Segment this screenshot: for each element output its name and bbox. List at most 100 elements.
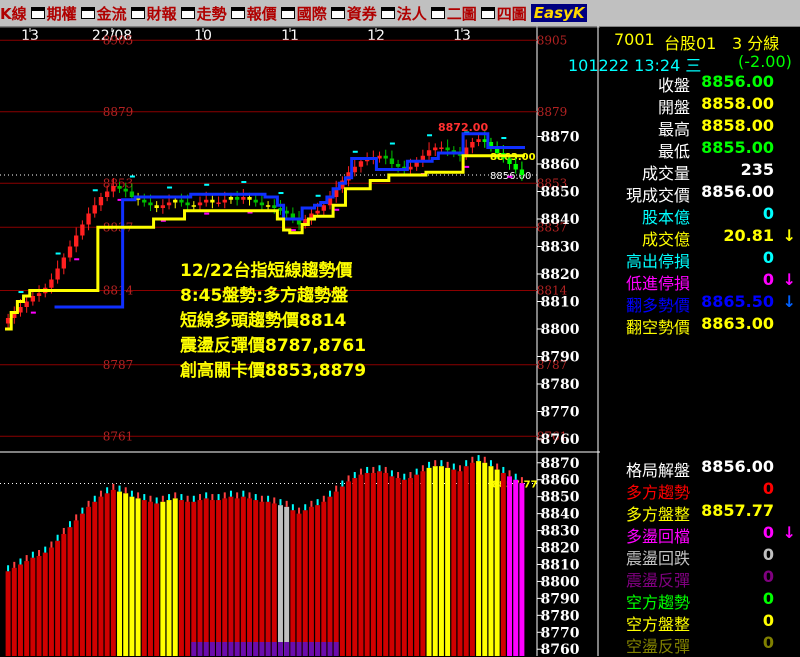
sub-candle-tick xyxy=(496,463,499,470)
menu-item-8[interactable]: 法人 xyxy=(380,2,429,24)
sub-candle-tick xyxy=(192,495,195,502)
quotes-row: 翻多勢價 8865.50 ↓ xyxy=(600,292,800,315)
quotes-label: 現成交價 xyxy=(625,186,690,205)
sub-candle-tick xyxy=(99,490,102,497)
menu-item-label: 金流 xyxy=(96,2,127,24)
y-tick-label: 8810 xyxy=(541,295,580,311)
sub-candle-tick xyxy=(44,546,47,553)
menu-item-label: 財報 xyxy=(146,2,177,24)
sub-bar xyxy=(315,505,321,656)
sub-candle-tick xyxy=(502,466,505,473)
quotes-value: 0 xyxy=(762,204,774,223)
menu-item-label: 走勢 xyxy=(196,2,227,24)
sub-candle-tick xyxy=(471,456,474,463)
sub-candle-tick xyxy=(409,472,412,479)
sub-candle-tick xyxy=(415,468,418,475)
indicators-row: 空方趨勢 0 xyxy=(600,589,800,612)
menu-item-0[interactable]: K線 xyxy=(0,2,29,24)
window-icon xyxy=(380,7,395,19)
sub-bar xyxy=(463,466,469,656)
sub-candle-tick xyxy=(186,495,189,502)
candle-body xyxy=(166,202,172,206)
cyan-marker xyxy=(501,137,507,140)
sub-candle-tick xyxy=(180,494,183,501)
sub-candle-tick xyxy=(384,466,387,473)
quotes-label: 成交量 xyxy=(641,164,690,183)
menu-item-label: EasyK xyxy=(530,4,588,22)
level-line-label: 8814 xyxy=(103,284,134,298)
menu-item-4[interactable]: 走勢 xyxy=(180,2,229,24)
candle-body xyxy=(247,197,252,200)
menu-item-11[interactable]: EasyK xyxy=(530,2,590,24)
sub-candle-tick xyxy=(514,473,517,480)
sub-bar xyxy=(389,476,395,656)
sub-candle-tick xyxy=(508,470,511,477)
sub-base-bar xyxy=(203,642,209,656)
sub-y-tick-label: 8800 xyxy=(541,574,580,590)
candle-body xyxy=(148,202,153,206)
magenta-marker xyxy=(464,165,470,168)
cyan-marker xyxy=(315,194,321,197)
down-arrow-icon: ↓ xyxy=(782,270,796,289)
menu-item-5[interactable]: 報價 xyxy=(230,2,279,24)
sub-candle-tick xyxy=(254,494,257,501)
sub-bar xyxy=(519,483,525,656)
magenta-marker xyxy=(74,258,80,261)
indicators-label: 多方盤整 xyxy=(625,505,690,524)
menu-item-2[interactable]: 金流 xyxy=(80,2,129,24)
sub-candle-tick xyxy=(329,490,331,497)
menu-item-1[interactable]: 期權 xyxy=(30,2,79,24)
quotes-row: 翻空勢價 8863.00 xyxy=(600,314,800,337)
sub-bar xyxy=(135,498,141,656)
candle-body xyxy=(377,155,382,159)
quotes-label: 最低 xyxy=(657,142,690,161)
candle-body xyxy=(123,188,128,192)
sub-bar xyxy=(178,500,184,656)
indicators-label: 空方盤整 xyxy=(625,615,690,634)
candle-body xyxy=(49,279,54,288)
cyan-marker xyxy=(129,175,135,178)
sub-candle-tick xyxy=(137,492,140,499)
menu-item-label: 期權 xyxy=(46,2,77,24)
candle-body xyxy=(383,155,388,159)
menu-item-10[interactable]: 四圖 xyxy=(480,2,529,24)
menu-item-7[interactable]: 資券 xyxy=(330,2,379,24)
sub-candle-tick xyxy=(260,495,263,502)
candle-body xyxy=(513,164,518,170)
candle-body xyxy=(111,186,116,192)
indicators-row: 震盪回跌 0 xyxy=(600,545,800,568)
sub-candle-tick xyxy=(316,499,319,506)
y-tick-label: 8790 xyxy=(541,350,580,366)
sub-base-bar xyxy=(271,642,277,656)
sub-base-bar xyxy=(240,642,246,656)
menu-item-label: 四圖 xyxy=(496,2,527,24)
sub-bar xyxy=(259,501,265,656)
menu-item-3[interactable]: 財報 xyxy=(130,2,179,24)
sub-candle-tick xyxy=(459,465,461,472)
sub-candle-tick xyxy=(223,492,226,499)
candle-body xyxy=(74,235,79,247)
candle-body xyxy=(67,246,73,258)
sub-base-bar xyxy=(321,642,327,656)
sub-bar xyxy=(271,503,277,656)
sub-candle-tick xyxy=(310,500,313,507)
cyan-marker xyxy=(55,252,61,255)
candle-body xyxy=(18,307,23,313)
sub-candle-tick xyxy=(25,555,28,562)
y-tick-label: 8870 xyxy=(541,130,580,146)
period-label[interactable]: 3 分線 xyxy=(732,30,779,54)
window-icon xyxy=(430,7,445,19)
candle-body xyxy=(476,139,481,142)
y-tick-label: 8860 xyxy=(541,157,580,173)
magenta-marker xyxy=(204,212,210,215)
indicators-value: 0 xyxy=(762,523,774,542)
indicators-label: 多方趨勢 xyxy=(625,483,690,502)
candle-body xyxy=(507,158,512,164)
menu-item-9[interactable]: 二圖 xyxy=(430,2,479,24)
sub-bar xyxy=(308,506,314,656)
sub-bar xyxy=(507,476,512,656)
candle-body xyxy=(519,169,525,175)
sub-bar xyxy=(141,500,147,656)
sub-candle-tick xyxy=(199,494,201,501)
menu-item-6[interactable]: 國際 xyxy=(280,2,329,24)
